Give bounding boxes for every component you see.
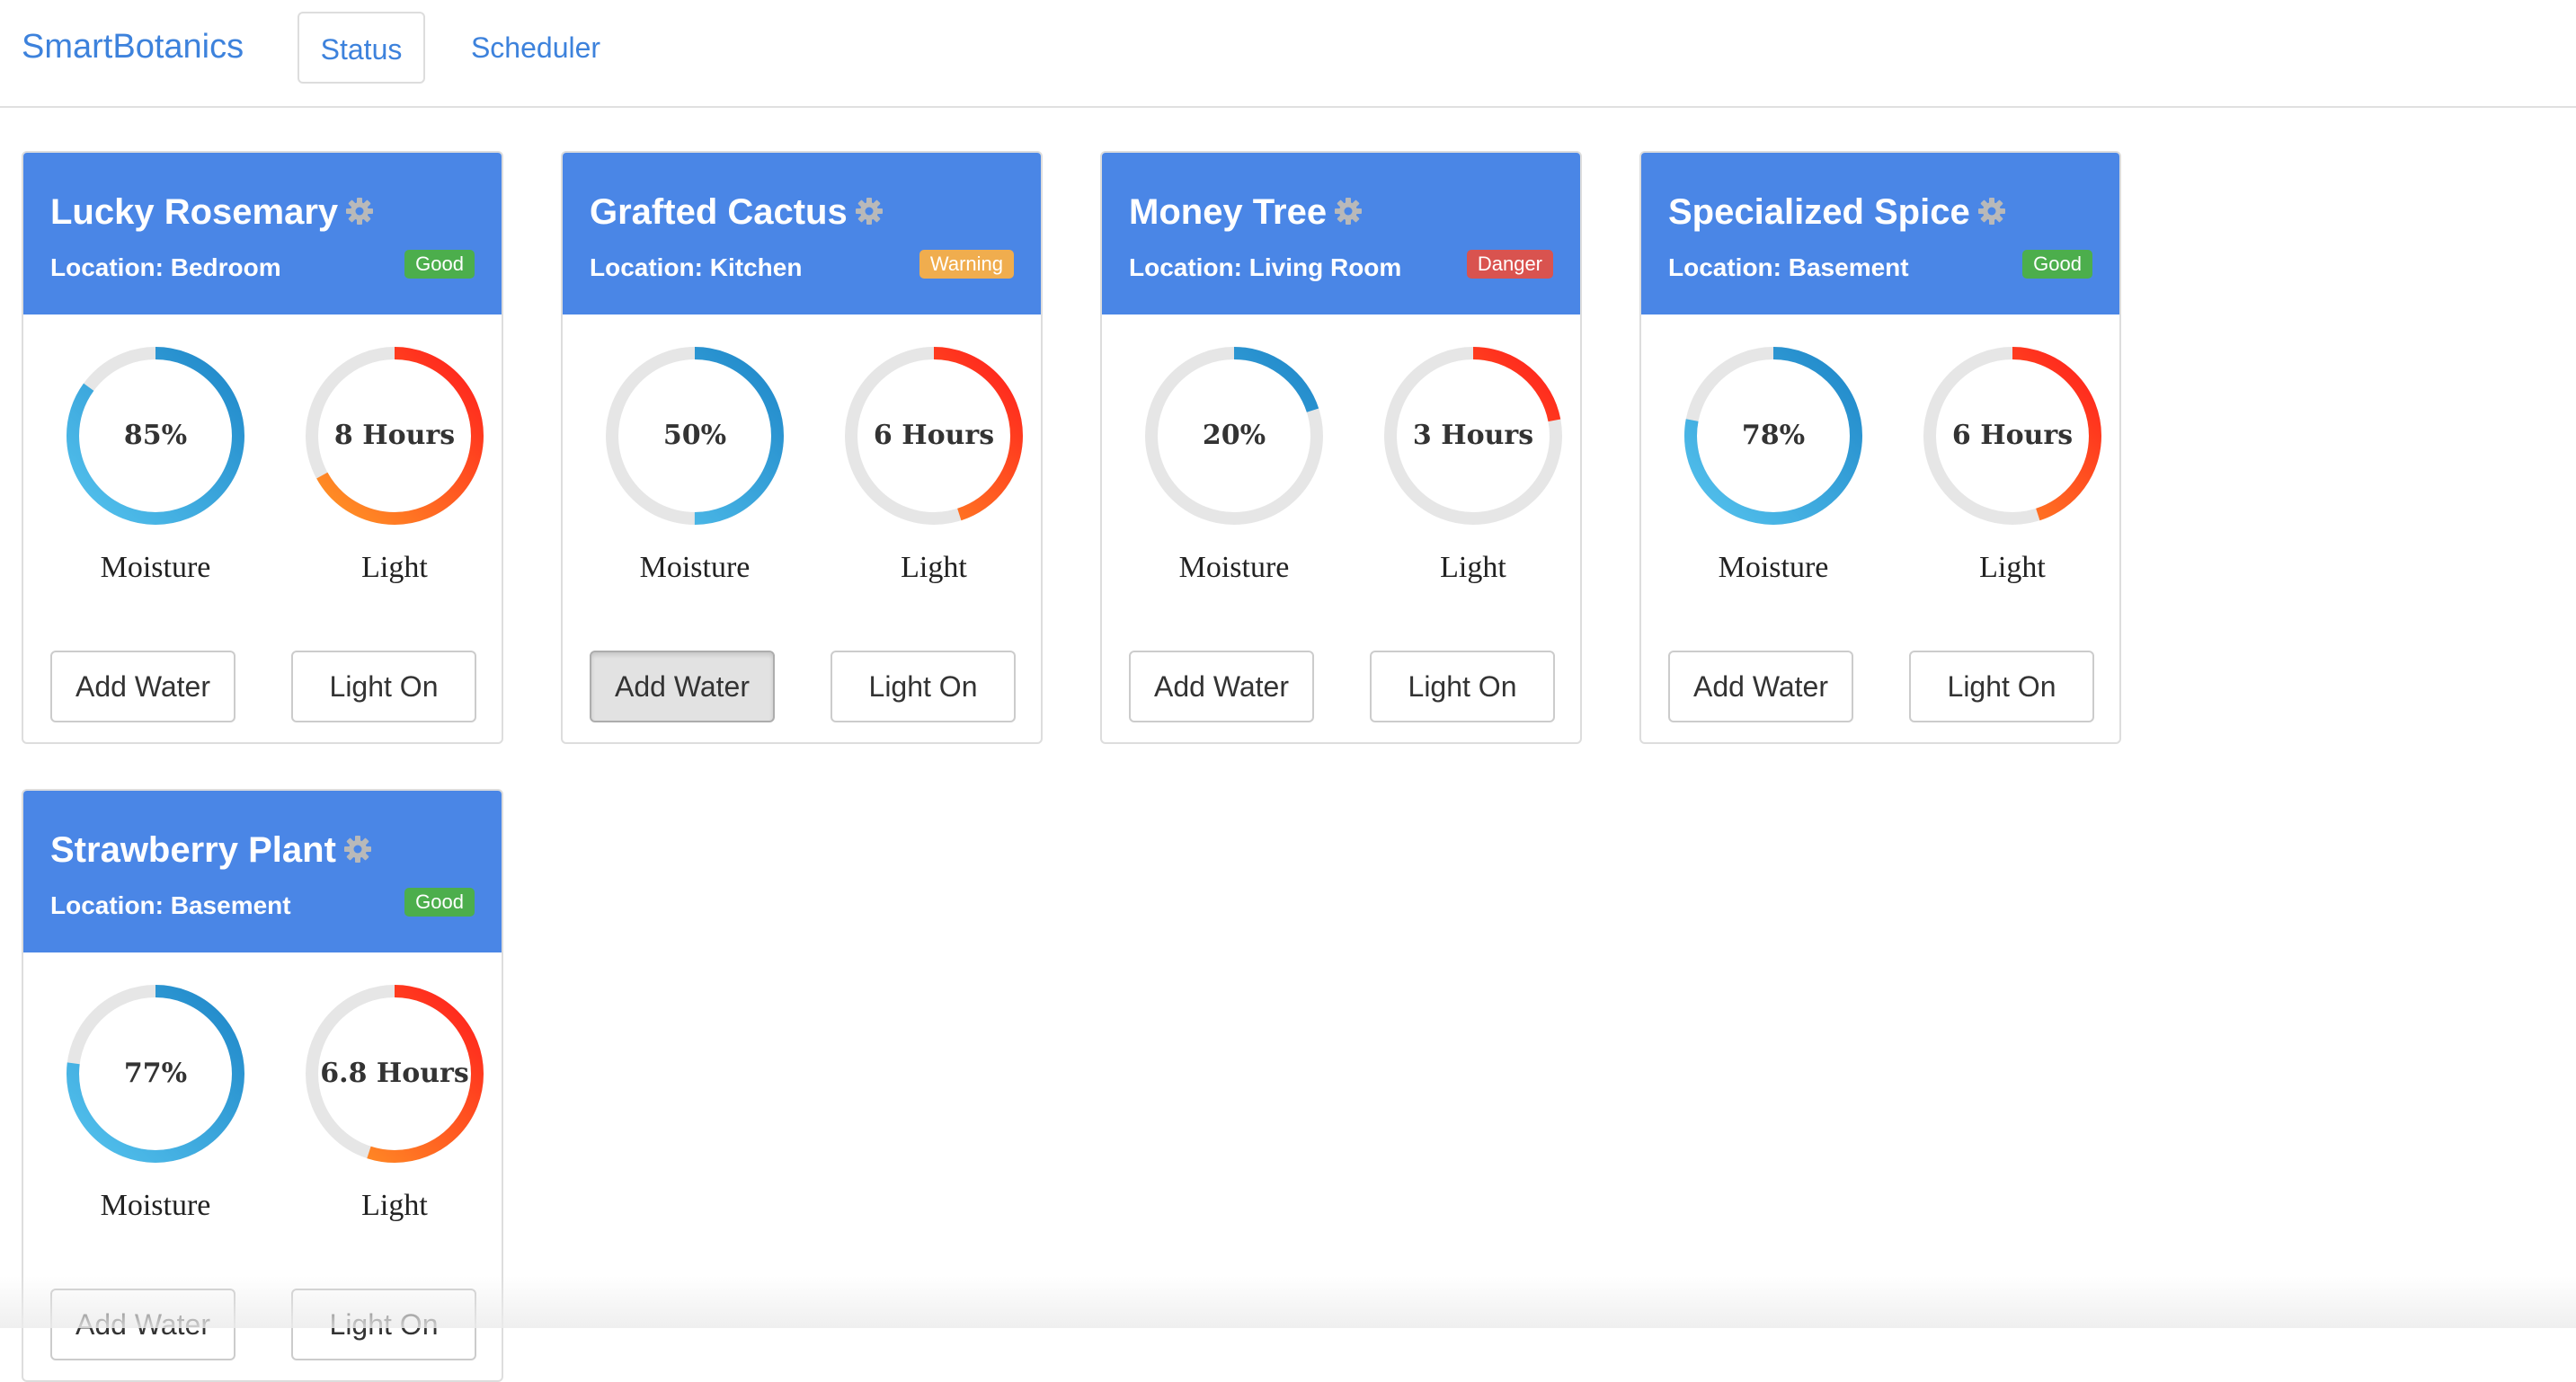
plant-location: Location: Basement	[1668, 253, 1909, 281]
plant-name: Lucky Rosemary	[50, 189, 374, 235]
light-label: Light	[361, 1189, 428, 1222]
tab-scheduler[interactable]: Scheduler	[457, 12, 615, 84]
status-badge: Danger	[1466, 250, 1553, 279]
plant-card: Money Tree Location: Living Room Danger …	[1100, 151, 1582, 744]
add-water-button[interactable]: Add Water	[50, 1289, 235, 1360]
plant-name: Grafted Cactus	[590, 189, 884, 235]
light-on-button[interactable]: Light On	[291, 651, 476, 722]
plant-name: Strawberry Plant	[50, 827, 372, 873]
moisture-value: 20%	[1202, 420, 1266, 451]
brand-logo[interactable]: SmartBotanics	[22, 23, 244, 70]
moisture-gauge: 50%	[600, 341, 789, 530]
plant-name-text: Money Tree	[1129, 192, 1328, 232]
plant-name-text: Lucky Rosemary	[50, 192, 339, 232]
plant-location: Location: Bedroom	[50, 253, 281, 281]
gear-icon[interactable]	[343, 835, 372, 864]
light-gauge: 8 Hours	[300, 341, 489, 530]
moisture-gauge: 85%	[61, 341, 250, 530]
moisture-value: 85%	[123, 420, 188, 451]
moisture-label: Moisture	[100, 1189, 211, 1222]
gear-icon[interactable]	[345, 197, 374, 226]
status-badge: Good	[404, 888, 475, 917]
plant-name-text: Specialized Spice	[1668, 192, 1970, 232]
moisture-value: 50%	[662, 420, 727, 451]
gear-icon[interactable]	[855, 197, 884, 226]
moisture-value: 77%	[123, 1058, 188, 1089]
plant-location: Location: Basement	[50, 891, 291, 919]
moisture-gauge: 20%	[1140, 341, 1328, 530]
add-water-button[interactable]: Add Water	[1129, 651, 1314, 722]
light-label: Light	[1440, 551, 1506, 584]
status-badge: Warning	[919, 250, 1014, 279]
plant-card: Lucky Rosemary Location: Bedroom Good 85…	[22, 151, 503, 744]
plant-card: Grafted Cactus Location: Kitchen Warning…	[561, 151, 1043, 744]
add-water-button[interactable]: Add Water	[590, 651, 775, 722]
plant-name: Money Tree	[1129, 189, 1363, 235]
plant-location: Location: Living Room	[1129, 253, 1402, 281]
light-gauge: 6 Hours	[1918, 341, 2107, 530]
light-value: 6 Hours	[873, 420, 995, 451]
tab-status[interactable]: Status	[298, 12, 425, 84]
status-badge: Good	[404, 250, 475, 279]
light-label: Light	[1979, 551, 2046, 584]
plant-card-header: Specialized Spice Location: Basement Goo…	[1641, 153, 2119, 314]
plant-name-text: Grafted Cactus	[590, 192, 848, 232]
moisture-label: Moisture	[1178, 551, 1290, 584]
light-value: 8 Hours	[333, 420, 456, 451]
light-on-button[interactable]: Light On	[1370, 651, 1555, 722]
plant-card-header: Money Tree Location: Living Room Danger	[1102, 153, 1580, 314]
light-gauge: 6 Hours	[839, 341, 1028, 530]
light-gauge: 3 Hours	[1379, 341, 1568, 530]
plant-location: Location: Kitchen	[590, 253, 803, 281]
moisture-label: Moisture	[1718, 551, 1829, 584]
status-badge: Good	[2022, 250, 2092, 279]
moisture-gauge: 78%	[1679, 341, 1868, 530]
light-value: 6.8 Hours	[320, 1058, 469, 1089]
light-label: Light	[361, 551, 428, 584]
add-water-button[interactable]: Add Water	[1668, 651, 1853, 722]
plant-card-header: Strawberry Plant Location: Basement Good	[23, 791, 502, 952]
light-label: Light	[901, 551, 967, 584]
light-gauge: 6.8 Hours	[300, 979, 489, 1168]
plant-card-header: Grafted Cactus Location: Kitchen Warning	[563, 153, 1041, 314]
plant-card: Specialized Spice Location: Basement Goo…	[1639, 151, 2121, 744]
moisture-label: Moisture	[100, 551, 211, 584]
moisture-label: Moisture	[639, 551, 751, 584]
gear-icon[interactable]	[1977, 197, 2006, 226]
moisture-gauge: 77%	[61, 979, 250, 1168]
gear-icon[interactable]	[1334, 197, 1363, 226]
plant-name: Specialized Spice	[1668, 189, 2006, 235]
light-value: 3 Hours	[1412, 420, 1534, 451]
top-navbar: SmartBotanics Status Scheduler	[0, 0, 2576, 108]
add-water-button[interactable]: Add Water	[50, 651, 235, 722]
plant-card: Strawberry Plant Location: Basement Good…	[22, 789, 503, 1382]
light-on-button[interactable]: Light On	[831, 651, 1016, 722]
plant-name-text: Strawberry Plant	[50, 830, 336, 870]
plant-card-header: Lucky Rosemary Location: Bedroom Good	[23, 153, 502, 314]
light-on-button[interactable]: Light On	[1909, 651, 2094, 722]
moisture-value: 78%	[1741, 420, 1806, 451]
light-on-button[interactable]: Light On	[291, 1289, 476, 1360]
light-value: 6 Hours	[1951, 420, 2074, 451]
